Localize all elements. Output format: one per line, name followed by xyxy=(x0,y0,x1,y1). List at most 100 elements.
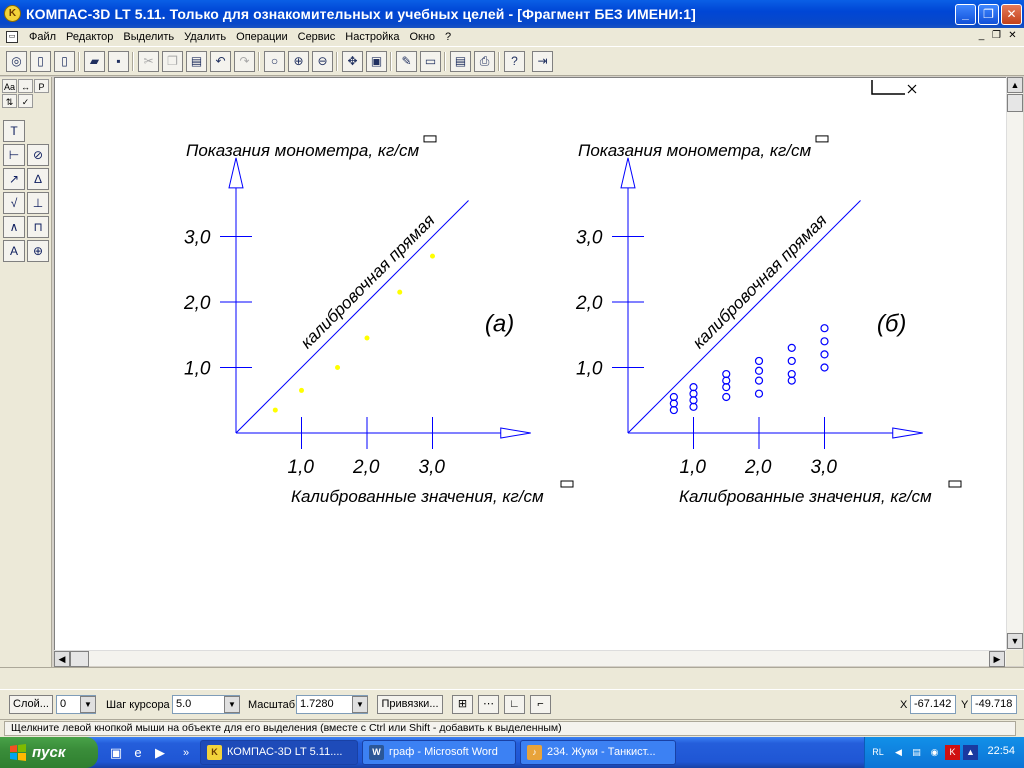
network-tray-icon[interactable]: ▤ xyxy=(909,745,924,760)
datum-icon[interactable]: ⊥ xyxy=(27,192,49,214)
back-tray-icon[interactable]: ◀ xyxy=(891,745,906,760)
internet-explorer-icon[interactable]: e xyxy=(130,745,146,761)
arrow-view-icon[interactable]: A xyxy=(3,240,25,262)
scroll-up-button[interactable]: ▲ xyxy=(1007,77,1023,93)
menu-operations[interactable]: Операции xyxy=(231,31,292,43)
security-tray-icon[interactable]: ◉ xyxy=(927,745,942,760)
leader-icon[interactable]: ∧ xyxy=(3,216,25,238)
antivirus-tray-icon[interactable]: K xyxy=(945,745,960,760)
axis-center-icon[interactable]: ⊕ xyxy=(27,240,49,262)
task-word[interactable]: W граф - Microsoft Word xyxy=(362,740,516,765)
cursor-step-dropdown-icon[interactable]: ▼ xyxy=(224,696,240,713)
undo-icon[interactable]: ↶ xyxy=(210,51,231,72)
menu-delete[interactable]: Удалить xyxy=(179,31,231,43)
save-icon[interactable]: ▪ xyxy=(108,51,129,72)
maximize-button[interactable]: ❐ xyxy=(978,4,999,25)
scale-dropdown-icon[interactable]: ▼ xyxy=(352,696,368,713)
vertical-scroll-thumb[interactable] xyxy=(1007,94,1023,112)
cut-icon[interactable]: ✂ xyxy=(138,51,159,72)
data-point xyxy=(754,376,764,385)
taskbar: пуск ▣ e ▶ » K КОМПАС-3D LT 5.11.... W г… xyxy=(0,737,1024,768)
geometry-tab[interactable]: Aa xyxy=(2,79,17,93)
data-point xyxy=(787,343,796,352)
data-point xyxy=(787,356,796,366)
kompas-app-icon[interactable]: K xyxy=(4,5,21,22)
drawing-canvas[interactable]: 1,0 2,0 3,0 1,0 2,0 3,0 калибровочная прямая По… xyxy=(54,77,1006,650)
menu-file[interactable]: Файл xyxy=(24,31,61,43)
menu-window[interactable]: Окно xyxy=(404,31,440,43)
y-coord-field[interactable]: -49.718 xyxy=(971,695,1017,714)
task-kompas[interactable]: K КОМПАС-3D LT 5.11.... xyxy=(200,740,358,765)
menu-editor[interactable]: Редактор xyxy=(61,31,118,43)
dimensions-tab[interactable]: ↔ xyxy=(18,79,33,93)
angular-dimension-icon[interactable]: ∆ xyxy=(27,168,49,190)
quick-launch-more-icon[interactable]: » xyxy=(178,745,194,761)
y-tick-label: 3,0 xyxy=(184,228,211,249)
scroll-right-button[interactable]: ▶ xyxy=(989,651,1005,667)
diameter-dimension-icon[interactable]: ⊘ xyxy=(27,144,49,166)
local-cs-icon[interactable]: ∟ xyxy=(504,695,525,714)
data-point xyxy=(754,389,764,398)
zoom-out-icon[interactable]: ⊖ xyxy=(312,51,333,72)
paste-icon[interactable]: ▤ xyxy=(186,51,207,72)
media-player-icon[interactable]: ▶ xyxy=(152,745,168,761)
panel-icon[interactable]: ▭ xyxy=(420,51,441,72)
horizontal-scrollbar[interactable]: ◀ ▶ xyxy=(54,650,1006,667)
doc-minimize-button[interactable]: _ xyxy=(975,31,988,42)
zoom-all-icon[interactable]: ▣ xyxy=(366,51,387,72)
menu-settings[interactable]: Настройка xyxy=(340,31,404,43)
zoom-window-icon[interactable]: ○ xyxy=(264,51,285,72)
special-control-panel xyxy=(0,667,1024,689)
scale-label: Масштаб xyxy=(248,699,296,711)
language-indicator[interactable]: RL xyxy=(869,745,887,760)
new-fragment-icon[interactable]: ▯ xyxy=(54,51,75,72)
scroll-down-button[interactable]: ▼ xyxy=(1007,633,1023,649)
doc-restore-button[interactable]: ❐ xyxy=(990,31,1003,42)
x-coord-field[interactable]: -67.142 xyxy=(910,695,956,714)
edit-tab[interactable]: ⇅ xyxy=(2,94,17,108)
show-desktop-icon[interactable]: ▣ xyxy=(108,745,124,761)
redo-icon[interactable]: ↷ xyxy=(234,51,255,72)
close-button[interactable]: ✕ xyxy=(1001,4,1022,25)
radial-dimension-icon[interactable]: ↗ xyxy=(3,168,25,190)
open-folder-icon[interactable]: ▰ xyxy=(84,51,105,72)
toolbar-separator xyxy=(258,52,260,71)
context-help-icon[interactable]: ? xyxy=(504,51,525,72)
menu-service[interactable]: Сервис xyxy=(293,31,341,43)
menu-help[interactable]: ? xyxy=(440,31,456,43)
copy-icon[interactable]: ❐ xyxy=(162,51,183,72)
menu-select[interactable]: Выделить xyxy=(118,31,179,43)
horizontal-scroll-thumb[interactable] xyxy=(70,651,89,667)
new-document-icon[interactable]: ▯ xyxy=(30,51,51,72)
tolerance-icon[interactable]: ⊓ xyxy=(27,216,49,238)
linear-dimension-icon[interactable]: ⊢ xyxy=(3,144,25,166)
y-axis-arrow xyxy=(228,157,244,189)
zoom-in-icon[interactable]: ⊕ xyxy=(288,51,309,72)
doc-manager-icon[interactable]: ◎ xyxy=(6,51,27,72)
alert-tray-icon[interactable]: ▲ xyxy=(963,745,978,760)
refresh-icon[interactable]: ✎ xyxy=(396,51,417,72)
layer-dropdown-icon[interactable]: ▼ xyxy=(80,696,96,713)
data-point xyxy=(820,337,829,346)
grid-icon[interactable]: ⋯ xyxy=(478,695,499,714)
document-icon[interactable]: ▭ xyxy=(6,31,18,43)
scroll-left-button[interactable]: ◀ xyxy=(54,651,70,667)
text-tool-icon[interactable]: T xyxy=(3,120,25,142)
snap-settings-icon[interactable]: ⊞ xyxy=(452,695,473,714)
print-icon[interactable]: ⎙ xyxy=(474,51,495,72)
exit-icon[interactable]: ⇥ xyxy=(532,51,553,72)
params-tab[interactable]: P xyxy=(34,79,49,93)
doc-close-button[interactable]: ✕ xyxy=(1006,31,1019,42)
task-media[interactable]: ♪ 234. Жуки - Танкист... xyxy=(520,740,676,765)
print-preview-icon[interactable]: ▤ xyxy=(450,51,471,72)
start-button[interactable]: пуск xyxy=(0,737,98,768)
snaps-button[interactable]: Привязки... xyxy=(377,695,443,714)
x-tick-label: 2,0 xyxy=(352,457,380,478)
select-tab[interactable]: ✓ xyxy=(18,94,33,108)
ortho-icon[interactable]: ⌐ xyxy=(530,695,551,714)
vertical-scrollbar[interactable]: ▲ ▼ xyxy=(1006,77,1023,650)
layer-button[interactable]: Слой... xyxy=(9,695,53,714)
roughness-icon[interactable]: √ xyxy=(3,192,25,214)
minimize-button[interactable]: _ xyxy=(955,4,976,25)
pan-icon[interactable]: ✥ xyxy=(342,51,363,72)
